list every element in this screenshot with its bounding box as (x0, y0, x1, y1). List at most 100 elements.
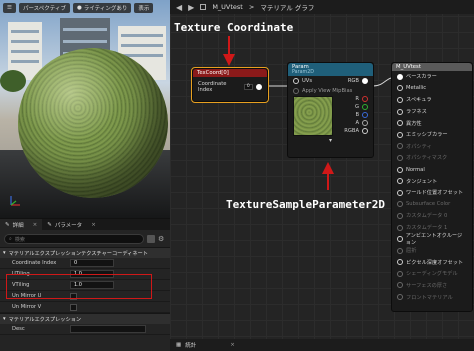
lighting-button[interactable]: ● ライティングあり (72, 3, 132, 13)
result-input-pin[interactable] (397, 212, 403, 219)
perspective-button[interactable]: パースペクティブ (18, 3, 70, 13)
texcoord-node[interactable]: TexCoord[0] Coordinate Index 0 (191, 67, 269, 103)
tab-details[interactable]: ✎ 詳細 × (0, 219, 43, 230)
result-pin-row: オパシティマスク (392, 152, 472, 164)
result-pin-label: ラフネス (406, 109, 427, 116)
result-pin-label: 屈折 (406, 248, 417, 255)
coordinate-index-label: Coordinate Index (198, 80, 227, 93)
result-pin-row: ワールド位置オフセット (392, 187, 472, 199)
result-input-pin[interactable] (397, 96, 403, 103)
material-preview-viewport[interactable]: ☰ パースペクティブ ● ライティングあり 表示 (0, 0, 170, 218)
preview-sphere (18, 48, 168, 198)
result-input-pin[interactable] (397, 282, 403, 289)
viewport-menu-button[interactable]: ☰ (3, 3, 16, 13)
coordinate-index-field[interactable]: 0 (70, 259, 114, 267)
pencil-icon: ✎ (5, 221, 10, 228)
uvs-input-pin[interactable] (293, 78, 299, 84)
result-input-pin[interactable] (397, 247, 403, 254)
show-button[interactable]: 表示 (134, 3, 154, 13)
section-expression[interactable]: ▾ マテリアルエクスプレッション (0, 313, 170, 324)
result-pin-row: スペキュラ (392, 94, 472, 106)
result-pin-row: 異方性 (392, 117, 472, 129)
search-input[interactable]: ⌕ 検索 (4, 234, 144, 244)
param-body: R G B A RGBA (288, 96, 373, 136)
grid-view-icon[interactable] (147, 235, 155, 243)
close-icon[interactable]: × (91, 222, 96, 228)
material-graph-canvas[interactable]: ◀ ▶ M_UVtest > マテリアル グラフ Texture Coordin… (170, 0, 474, 351)
result-pin-label: スペキュラ (406, 97, 432, 104)
result-input-pin[interactable] (397, 166, 403, 173)
result-input-pin[interactable] (397, 178, 403, 185)
result-pin-list: ベースカラー Metallic スペキュラ ラフネス 異方性 エミッシブカラー オパシティオ… (392, 71, 472, 303)
result-pin-row: タンジェント (392, 175, 472, 187)
close-icon[interactable]: × (230, 342, 235, 348)
chevron-down-icon: ▾ (3, 316, 6, 322)
search-placeholder: 検索 (14, 236, 25, 243)
prop-unmirror-v: Un Mirror V (0, 302, 170, 313)
chevron-down-icon[interactable]: ▾ (288, 137, 373, 144)
tab-parameters[interactable]: ✎ パラメータ × (42, 219, 101, 230)
result-input-pin[interactable] (397, 294, 403, 301)
result-pin-label: 異方性 (406, 120, 422, 127)
result-pin-row: カスタムデータ 0 (392, 210, 472, 222)
prop-desc: Desc (0, 324, 170, 335)
stats-icon: ▦ (176, 342, 182, 348)
settings-icon[interactable]: ⚙ (158, 235, 166, 243)
section-texcoord[interactable]: ▾ マテリアルエクスプレッションテクスチャーコーディネート (0, 247, 170, 258)
details-panel: ✎ 詳細 × ✎ パラメータ × ⌕ 検索 ⚙ ▾ マテリアルエクスプレッション… (0, 218, 170, 351)
r-output-pin[interactable] (362, 96, 368, 102)
vtiling-field[interactable]: 1.0 (70, 281, 114, 289)
rgb-output-pin[interactable] (362, 78, 368, 84)
chevron-down-icon: ▾ (3, 250, 6, 256)
b-output-pin[interactable] (362, 112, 368, 118)
param-node-subtitle: Param2D (292, 70, 314, 75)
result-input-pin[interactable] (397, 108, 403, 115)
result-input-pin[interactable] (397, 85, 403, 92)
r-output-label: R (355, 96, 359, 102)
details-tab-bar: ✎ 詳細 × ✎ パラメータ × (0, 219, 170, 230)
result-pin-label: タンジェント (406, 178, 438, 185)
prop-label: UTiling (12, 271, 30, 277)
search-row: ⌕ 検索 ⚙ (4, 233, 166, 245)
result-input-pin[interactable] (397, 73, 403, 80)
result-input-pin[interactable] (397, 236, 403, 243)
result-pin-row: フロントマテリアル (392, 291, 472, 303)
coordinate-index-input[interactable]: 0 (243, 83, 254, 90)
desc-field[interactable] (70, 325, 146, 333)
result-pin-row: Normal (392, 164, 472, 176)
a-output-pin[interactable] (362, 120, 368, 126)
stats-bar: ▦ 統計 × (170, 339, 474, 351)
texcoord-node-header: TexCoord[0] (193, 69, 267, 77)
close-icon[interactable]: × (33, 222, 38, 228)
stats-tab-label[interactable]: 統計 (185, 341, 196, 349)
utiling-field[interactable]: 1.0 (70, 270, 114, 278)
result-pin-row: ベースカラー (392, 71, 472, 83)
mipbias-input-pin[interactable] (293, 88, 299, 94)
result-input-pin[interactable] (397, 189, 403, 196)
wrench-icon: ✎ (47, 221, 52, 228)
result-input-pin[interactable] (397, 224, 403, 231)
result-input-pin[interactable] (397, 270, 403, 277)
texture-param-node[interactable]: Param Param2D UVs RGB Apply View MipBias… (287, 62, 374, 158)
result-pin-label: オパシティ (406, 143, 432, 150)
unmirror-u-checkbox[interactable] (70, 292, 77, 300)
rgba-output-pin[interactable] (362, 128, 368, 134)
result-pin-row: アンビエントオクルージョン (392, 233, 472, 246)
material-result-node[interactable]: M_UVtest ベースカラー Metallic スペキュラ ラフネス 異方性 エミッシブ… (391, 62, 473, 312)
result-input-pin[interactable] (397, 259, 403, 266)
result-input-pin[interactable] (397, 131, 403, 138)
result-input-pin[interactable] (397, 201, 403, 208)
unmirror-v-checkbox[interactable] (70, 303, 77, 311)
result-input-pin[interactable] (397, 154, 403, 161)
param-uv-row: UVs RGB (288, 76, 373, 86)
result-input-pin[interactable] (397, 120, 403, 127)
result-pin-label: ベースカラー (406, 74, 437, 81)
texcoord-pin-row: Coordinate Index 0 (193, 80, 267, 93)
texcoord-node-title: TexCoord[0] (197, 70, 229, 76)
result-pin-row: ラフネス (392, 106, 472, 118)
rgba-output-label: RGBA (344, 128, 359, 134)
texcoord-output-pin[interactable] (256, 83, 262, 90)
result-input-pin[interactable] (397, 143, 403, 150)
param-outputs: R G B A RGBA (333, 96, 368, 136)
g-output-pin[interactable] (362, 104, 368, 110)
